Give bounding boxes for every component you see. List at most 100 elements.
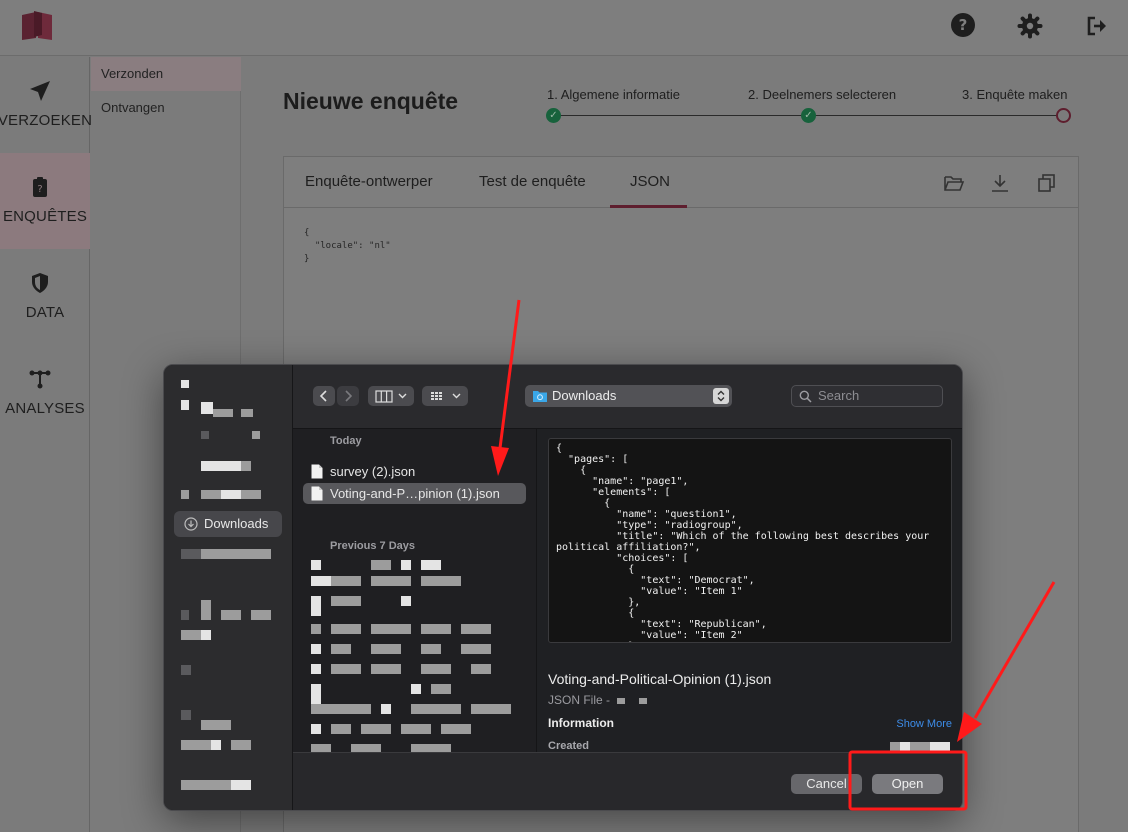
redacted-block xyxy=(331,596,361,606)
redacted-block xyxy=(331,644,351,654)
step-2-done-dot[interactable] xyxy=(801,108,816,123)
redacted-block xyxy=(411,704,461,714)
location-label: Downloads xyxy=(552,388,617,403)
tab-test-de-enquete[interactable]: Test de enquête xyxy=(479,173,586,190)
redacted-block xyxy=(201,461,241,471)
redacted-block xyxy=(181,400,189,410)
step-3-current-dot[interactable] xyxy=(1056,108,1071,123)
folder-icon xyxy=(533,391,547,402)
dialog-sidebar: Downloads xyxy=(164,365,293,810)
view-mode-button[interactable] xyxy=(368,386,414,406)
chevron-right-icon xyxy=(345,390,353,402)
redacted-block xyxy=(371,664,401,674)
editor-tabs: Enquête-ontwerper Test de enquête JSON xyxy=(284,157,1078,208)
redacted-block xyxy=(421,576,461,586)
gear-icon[interactable] xyxy=(1017,13,1043,39)
redacted-block xyxy=(421,624,451,634)
search-placeholder: Search xyxy=(818,388,860,403)
nav-item-data[interactable]: DATA xyxy=(0,249,90,345)
open-button[interactable]: Open xyxy=(872,774,943,794)
search-input[interactable]: Search xyxy=(791,385,943,407)
redacted-block xyxy=(471,664,491,674)
redacted-block xyxy=(471,704,511,714)
nav-item-label: VERZOEKEN xyxy=(0,112,93,129)
dialog-footer: Cancel Open xyxy=(293,752,962,810)
file-row-selected[interactable]: Voting-and-P…pinion (1).json xyxy=(303,483,526,504)
folder-open-icon[interactable] xyxy=(943,173,965,193)
redacted-block xyxy=(331,664,361,674)
nav-item-enquetes[interactable]: ? ENQUÊTES xyxy=(0,153,90,249)
redacted-block xyxy=(181,549,201,559)
redacted-block xyxy=(930,742,950,751)
redacted-block xyxy=(311,596,321,616)
redacted-block xyxy=(231,549,271,559)
redacted-block xyxy=(421,644,441,654)
shield-icon xyxy=(32,273,48,293)
search-icon xyxy=(799,390,812,403)
redacted-block xyxy=(181,740,211,750)
redacted-block xyxy=(411,744,451,752)
show-more-link[interactable]: Show More xyxy=(896,718,952,730)
logout-icon[interactable] xyxy=(1084,13,1110,39)
redacted-block xyxy=(181,380,189,388)
chevron-left-icon xyxy=(319,390,327,402)
tab-json[interactable]: JSON xyxy=(630,173,670,190)
redacted-block xyxy=(311,744,331,752)
network-icon xyxy=(29,370,51,389)
redacted-block xyxy=(201,490,221,499)
sidebar-item-downloads[interactable]: Downloads xyxy=(174,511,282,537)
redacted-block xyxy=(181,710,191,720)
redacted-block xyxy=(201,549,231,559)
redacted-block xyxy=(201,720,231,730)
subnav-item-ontvangen[interactable]: Ontvangen xyxy=(91,91,241,125)
preview-file-kind-label: JSON File - xyxy=(548,693,611,707)
redacted-block xyxy=(251,610,271,620)
svg-text:?: ? xyxy=(37,184,42,195)
step-label-1: 1. Algemene informatie xyxy=(547,87,680,102)
send-icon xyxy=(30,81,50,101)
step-1-done-dot[interactable] xyxy=(546,108,561,123)
redacted-block xyxy=(213,409,233,417)
redacted-block xyxy=(331,624,361,634)
redacted-block xyxy=(311,724,321,734)
redacted-block xyxy=(351,744,381,752)
subnav-item-verzonden[interactable]: Verzonden xyxy=(91,57,241,91)
redacted-block xyxy=(241,461,251,471)
nav-item-verzoeken[interactable]: VERZOEKEN xyxy=(0,57,92,153)
help-icon[interactable]: ? xyxy=(951,13,975,37)
redacted-block xyxy=(201,600,211,620)
download-icon[interactable] xyxy=(989,173,1011,193)
redacted-block xyxy=(181,780,201,790)
file-row[interactable]: survey (2).json xyxy=(303,461,526,482)
logo-icon[interactable] xyxy=(20,9,54,41)
back-button[interactable] xyxy=(313,386,335,406)
redacted-block xyxy=(211,740,221,750)
copy-icon[interactable] xyxy=(1036,173,1058,193)
main-navigation: VERZOEKEN ? ENQUÊTES DATA ANALYSES xyxy=(0,57,92,832)
json-editor-content[interactable]: { "locale": "nl" } xyxy=(304,227,391,266)
redacted-block xyxy=(371,560,391,570)
redacted-block xyxy=(421,664,451,674)
nav-item-label: DATA xyxy=(25,304,65,321)
redacted-block xyxy=(252,431,260,439)
forward-button[interactable] xyxy=(337,386,359,406)
location-dropdown[interactable]: Downloads xyxy=(525,385,732,407)
redacted-block xyxy=(181,665,191,675)
tab-enquete-ontwerper[interactable]: Enquête-ontwerper xyxy=(305,173,433,190)
file-preview-pane: { "pages": [ { "name": "page1", "element… xyxy=(538,429,962,752)
redacted-block xyxy=(231,740,251,750)
nav-item-analyses[interactable]: ANALYSES xyxy=(0,345,90,441)
redacted-block xyxy=(910,742,930,751)
group-mode-button[interactable] xyxy=(422,386,468,406)
document-icon xyxy=(311,464,323,479)
redacted-block xyxy=(311,644,321,654)
redacted-block xyxy=(331,576,361,586)
nav-item-label: ANALYSES xyxy=(5,400,85,417)
redacted-block xyxy=(311,684,321,704)
redacted-block xyxy=(900,742,910,751)
cancel-button[interactable]: Cancel xyxy=(791,774,862,794)
redacted-block xyxy=(221,490,241,499)
redacted-block xyxy=(401,560,411,570)
redacted-block xyxy=(421,560,441,570)
preview-info-heading: Information xyxy=(548,716,614,730)
